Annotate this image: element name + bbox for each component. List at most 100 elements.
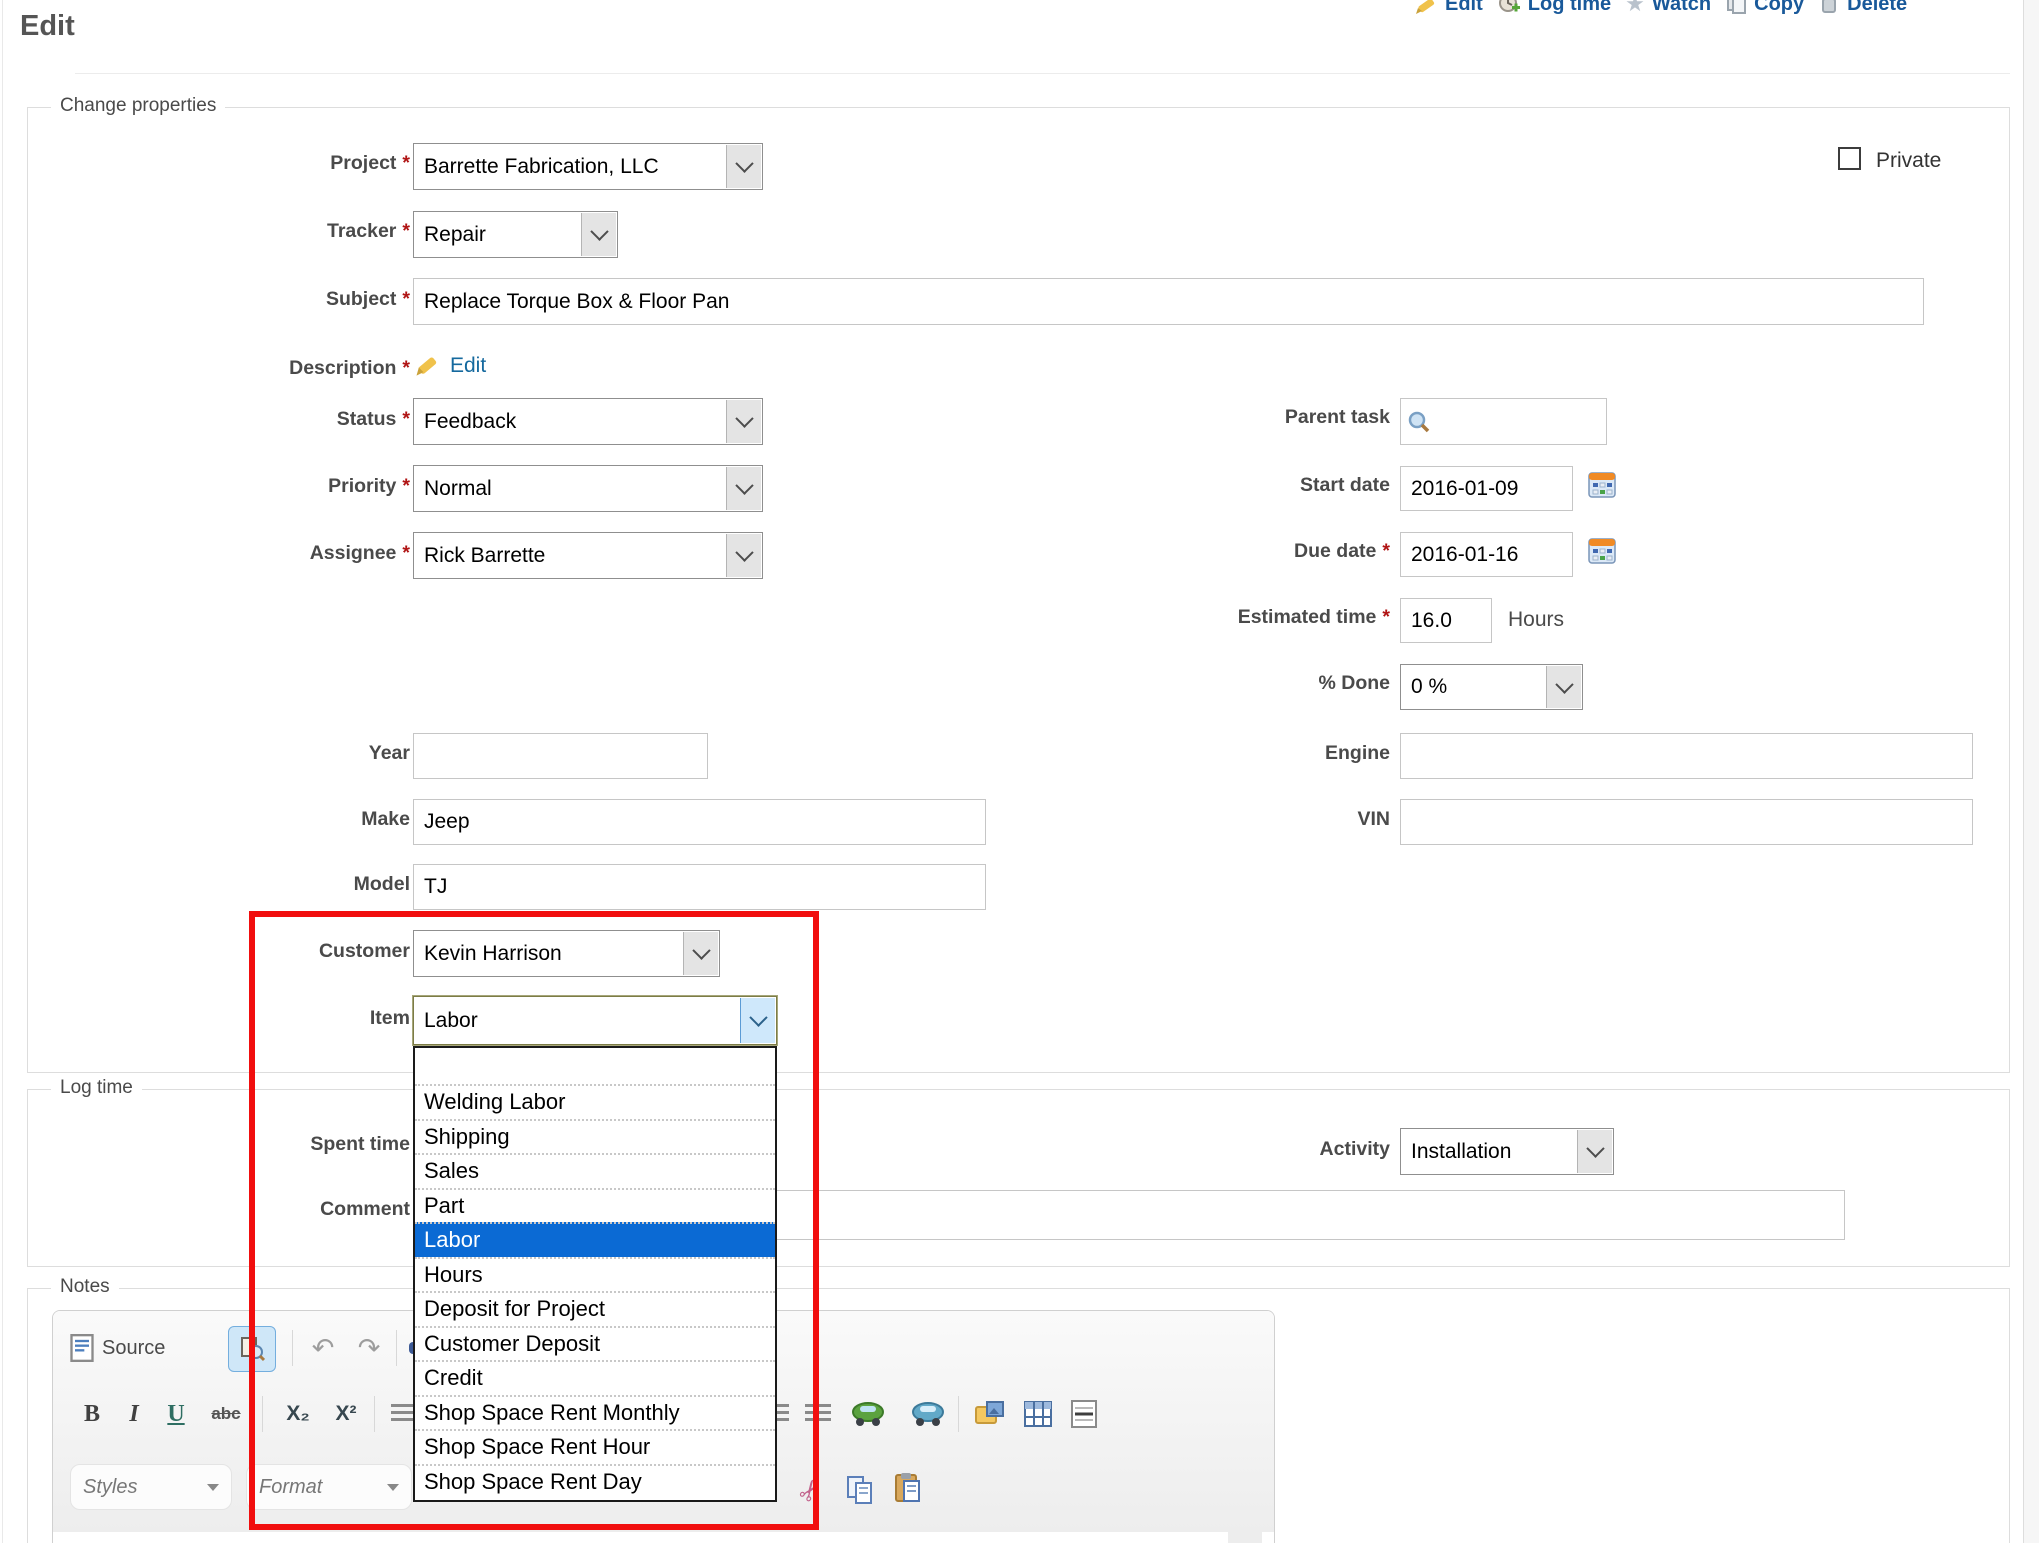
star-icon: ★ — [1625, 0, 1645, 17]
tracker-select[interactable]: Repair — [413, 211, 618, 258]
parent-task-input[interactable] — [1400, 398, 1607, 445]
redo-button[interactable]: ↷ — [348, 1326, 390, 1370]
customer-label: Customer — [100, 940, 410, 963]
dropdown-option-selected[interactable]: Labor — [415, 1222, 775, 1257]
toolbar-separator — [958, 1396, 959, 1432]
undo-icon: ↶ — [312, 1333, 335, 1364]
due-date-input[interactable]: 2016-01-16 — [1400, 532, 1573, 577]
chevron-down-icon[interactable] — [1577, 1130, 1612, 1173]
vehicle-blue-button[interactable] — [906, 1392, 950, 1436]
year-input[interactable] — [413, 733, 708, 779]
chevron-down-icon[interactable] — [726, 534, 761, 577]
dropdown-option[interactable]: Shipping — [415, 1119, 775, 1154]
table-button[interactable] — [1016, 1392, 1060, 1436]
project-select[interactable]: Barrette Fabrication, LLC — [413, 143, 763, 190]
editor-scrollbar-up-button[interactable] — [1228, 1532, 1262, 1543]
dropdown-option[interactable]: Deposit for Project — [415, 1291, 775, 1326]
dropdown-option[interactable]: Shop Space Rent Hour — [415, 1429, 775, 1464]
spent-time-label: Spent time — [100, 1133, 410, 1156]
search-icon — [1407, 410, 1431, 434]
chevron-down-icon[interactable] — [683, 932, 718, 975]
chevron-down-icon[interactable] — [740, 998, 775, 1043]
status-select[interactable]: Feedback — [413, 398, 763, 445]
customer-select[interactable]: Kevin Harrison — [413, 930, 720, 977]
tracker-label: Tracker* — [100, 220, 410, 243]
table-icon — [1024, 1401, 1052, 1427]
chevron-down-icon[interactable] — [726, 400, 761, 443]
source-button[interactable]: Source — [70, 1326, 165, 1370]
activity-label: Activity — [1080, 1138, 1390, 1161]
description-edit-link[interactable]: Edit — [450, 354, 486, 378]
divider — [2, 0, 3, 1543]
undo-button[interactable]: ↶ — [302, 1326, 344, 1370]
templates-icon — [239, 1336, 265, 1362]
watch-link[interactable]: ★ Watch — [1625, 0, 1711, 17]
dropdown-option[interactable]: Shop Space Rent Day — [415, 1464, 775, 1499]
due-date-label: Due date* — [1080, 540, 1390, 563]
calendar-icon[interactable] — [1588, 538, 1616, 564]
engine-input[interactable] — [1400, 733, 1973, 779]
start-date-input[interactable]: 2016-01-09 — [1400, 466, 1573, 511]
dropdown-option[interactable]: Credit — [415, 1360, 775, 1395]
priority-select[interactable]: Normal — [413, 465, 763, 512]
vehicle-green-button[interactable] — [846, 1392, 890, 1436]
styles-combo[interactable]: Styles — [70, 1464, 232, 1510]
chevron-down-icon[interactable] — [726, 467, 761, 510]
justify-button[interactable] — [800, 1392, 836, 1436]
subscript-button[interactable]: X₂ — [276, 1392, 320, 1436]
dropdown-option[interactable]: Shop Space Rent Monthly — [415, 1395, 775, 1430]
item-select[interactable]: Labor — [413, 996, 777, 1045]
delete-link[interactable]: Delete — [1818, 0, 1907, 16]
dropdown-option[interactable]: Sales — [415, 1153, 775, 1188]
horizontal-rule-button[interactable] — [1062, 1392, 1106, 1436]
log-time-link[interactable]: Log time — [1497, 0, 1611, 16]
chevron-down-icon[interactable] — [726, 145, 761, 188]
clock-plus-icon — [1497, 0, 1521, 16]
strikethrough-button[interactable]: abc — [200, 1392, 252, 1436]
tracker-value: Repair — [424, 223, 486, 247]
format-combo[interactable]: Format — [246, 1464, 412, 1510]
image-button[interactable] — [968, 1392, 1012, 1436]
private-checkbox[interactable] — [1838, 147, 1861, 170]
vin-input[interactable] — [1400, 799, 1973, 845]
estimated-time-input[interactable]: 16.0 — [1400, 598, 1492, 643]
dropdown-option[interactable]: Part — [415, 1188, 775, 1223]
underline-button[interactable]: U — [156, 1392, 196, 1436]
model-input[interactable]: TJ — [413, 864, 986, 910]
bold-button[interactable]: B — [72, 1392, 112, 1436]
required-asterisk: * — [402, 220, 410, 242]
dropdown-option[interactable] — [415, 1048, 775, 1084]
redo-icon: ↷ — [358, 1333, 381, 1364]
copy-pages-icon — [846, 1475, 874, 1505]
edit-link[interactable]: Edit — [1414, 0, 1483, 16]
copy-button[interactable] — [838, 1468, 882, 1512]
make-input[interactable]: Jeep — [413, 799, 986, 845]
divider — [75, 73, 2010, 74]
subject-input[interactable]: Replace Torque Box & Floor Pan — [413, 278, 1924, 325]
chevron-down-icon[interactable] — [1546, 666, 1581, 708]
superscript-button[interactable]: X² — [324, 1392, 368, 1436]
required-asterisk: * — [1382, 540, 1390, 562]
chevron-down-icon — [387, 1484, 399, 1491]
italic-button[interactable]: I — [116, 1392, 152, 1436]
templates-button[interactable] — [228, 1326, 276, 1372]
image-icon — [975, 1401, 1005, 1427]
superscript-icon: X² — [336, 1402, 357, 1426]
paste-button[interactable] — [886, 1466, 930, 1510]
bold-icon: B — [84, 1401, 100, 1428]
calendar-icon[interactable] — [1588, 472, 1616, 498]
start-date-value: 2016-01-09 — [1411, 477, 1518, 501]
copy-link[interactable]: Copy — [1725, 0, 1804, 16]
chevron-down-icon[interactable] — [581, 213, 616, 256]
cut-button[interactable]: ✂ — [790, 1468, 832, 1512]
dropdown-option[interactable]: Welding Labor — [415, 1084, 775, 1119]
dropdown-option[interactable]: Hours — [415, 1257, 775, 1292]
activity-select[interactable]: Installation — [1400, 1128, 1614, 1175]
item-value: Labor — [424, 1009, 478, 1033]
dropdown-option[interactable]: Customer Deposit — [415, 1326, 775, 1361]
toolbar-separator — [374, 1396, 375, 1432]
page-scrollbar[interactable] — [2023, 0, 2039, 1543]
editor-content-area[interactable] — [53, 1532, 1274, 1543]
done-select[interactable]: 0 % — [1400, 664, 1583, 710]
assignee-select[interactable]: Rick Barrette — [413, 532, 763, 579]
